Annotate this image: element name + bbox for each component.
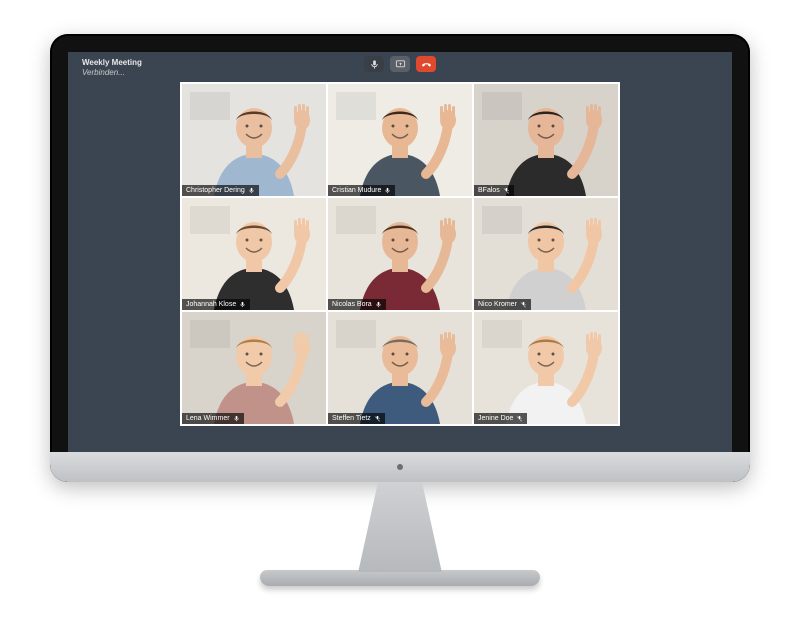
meeting-screen: Weekly Meeting Verbinden... xyxy=(68,52,732,452)
participant-video xyxy=(328,84,472,196)
participant-tile[interactable]: BFalos xyxy=(474,84,618,196)
participant-video xyxy=(474,312,618,424)
participant-tile[interactable]: Nicolas Bora xyxy=(328,198,472,310)
participant-name-bar: Nicolas Bora xyxy=(328,299,386,310)
meeting-info: Weekly Meeting Verbinden... xyxy=(82,58,142,77)
participant-name: Nicolas Bora xyxy=(332,301,372,308)
hangup-button[interactable] xyxy=(416,56,436,72)
microphone-icon xyxy=(369,59,380,70)
monitor-chin xyxy=(50,452,750,482)
webcam-indicator xyxy=(397,464,403,470)
participant-name: BFalos xyxy=(478,187,500,194)
mic-off-icon xyxy=(516,415,523,422)
participant-tile[interactable]: Johannah Klose xyxy=(182,198,326,310)
participant-name-bar: Steffen Tietz xyxy=(328,413,385,424)
participant-tile[interactable]: Nico Kromer xyxy=(474,198,618,310)
participant-name: Steffen Tietz xyxy=(332,415,371,422)
participant-name: Johannah Klose xyxy=(186,301,236,308)
participant-name-bar: Jenine Doe xyxy=(474,413,527,424)
participant-video xyxy=(182,198,326,310)
participant-name: Jenine Doe xyxy=(478,415,513,422)
participant-video xyxy=(474,84,618,196)
participant-video xyxy=(182,312,326,424)
screen-share-icon xyxy=(395,59,406,70)
mic-on-icon xyxy=(233,415,240,422)
mic-on-icon xyxy=(384,187,391,194)
monitor-frame: Weekly Meeting Verbinden... xyxy=(50,34,750,586)
participant-tile[interactable]: Christopher Dering xyxy=(182,84,326,196)
participant-name: Christopher Dering xyxy=(186,187,245,194)
participant-video xyxy=(328,312,472,424)
participant-name: Nico Kromer xyxy=(478,301,517,308)
participant-name-bar: BFalos xyxy=(474,185,514,196)
mic-on-icon xyxy=(248,187,255,194)
hangup-icon xyxy=(421,59,432,70)
participant-grid: Christopher Dering xyxy=(180,82,620,426)
participant-tile[interactable]: Lena Wimmer xyxy=(182,312,326,424)
meeting-title: Weekly Meeting xyxy=(82,58,142,68)
participant-name-bar: Cristian Mudure xyxy=(328,185,395,196)
mic-off-icon xyxy=(520,301,527,308)
participant-name: Cristian Mudure xyxy=(332,187,381,194)
mic-off-icon xyxy=(503,187,510,194)
monitor-stand-base xyxy=(260,570,540,586)
mic-on-icon xyxy=(375,301,382,308)
participant-tile[interactable]: Steffen Tietz xyxy=(328,312,472,424)
participant-tile[interactable]: Cristian Mudure xyxy=(328,84,472,196)
participant-name-bar: Lena Wimmer xyxy=(182,413,244,424)
share-screen-button[interactable] xyxy=(390,56,410,72)
mic-off-icon xyxy=(374,415,381,422)
monitor-bezel: Weekly Meeting Verbinden... xyxy=(50,34,750,482)
participant-name-bar: Johannah Klose xyxy=(182,299,250,310)
monitor-stand-neck xyxy=(345,482,455,572)
participant-name-bar: Christopher Dering xyxy=(182,185,259,196)
participant-name-bar: Nico Kromer xyxy=(474,299,531,310)
meeting-status: Verbinden... xyxy=(82,68,142,78)
participant-video xyxy=(474,198,618,310)
call-controls xyxy=(364,56,436,72)
mic-on-icon xyxy=(239,301,246,308)
mic-toggle-button[interactable] xyxy=(364,56,384,72)
participant-video xyxy=(182,84,326,196)
participant-name: Lena Wimmer xyxy=(186,415,230,422)
participant-video xyxy=(328,198,472,310)
participant-tile[interactable]: Jenine Doe xyxy=(474,312,618,424)
